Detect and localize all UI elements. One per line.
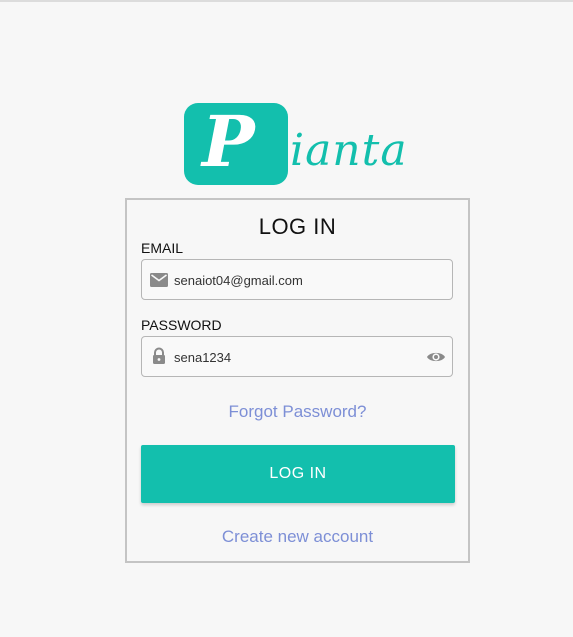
password-input[interactable] — [174, 346, 414, 368]
lock-icon — [150, 347, 168, 365]
logo-badge: P — [184, 100, 288, 185]
mail-icon — [150, 272, 168, 288]
forgot-password-link[interactable]: Forgot Password? — [127, 402, 468, 422]
email-input[interactable] — [174, 269, 414, 291]
top-divider — [0, 0, 573, 2]
logo-letter: P — [202, 100, 255, 183]
logo-wordmark: ianta — [290, 125, 408, 176]
email-label: EMAIL — [141, 240, 184, 256]
page-title: LOG IN — [258, 214, 337, 239]
login-button[interactable]: LOG IN — [141, 445, 455, 503]
email-field[interactable] — [141, 259, 453, 300]
password-field[interactable] — [141, 336, 453, 377]
login-card: LOG IN EMAIL PASSWORD For — [125, 198, 470, 563]
password-label: PASSWORD — [141, 317, 222, 333]
eye-icon[interactable] — [426, 349, 446, 365]
app-logo: P ianta — [184, 100, 424, 187]
create-account-link[interactable]: Create new account — [127, 527, 468, 547]
